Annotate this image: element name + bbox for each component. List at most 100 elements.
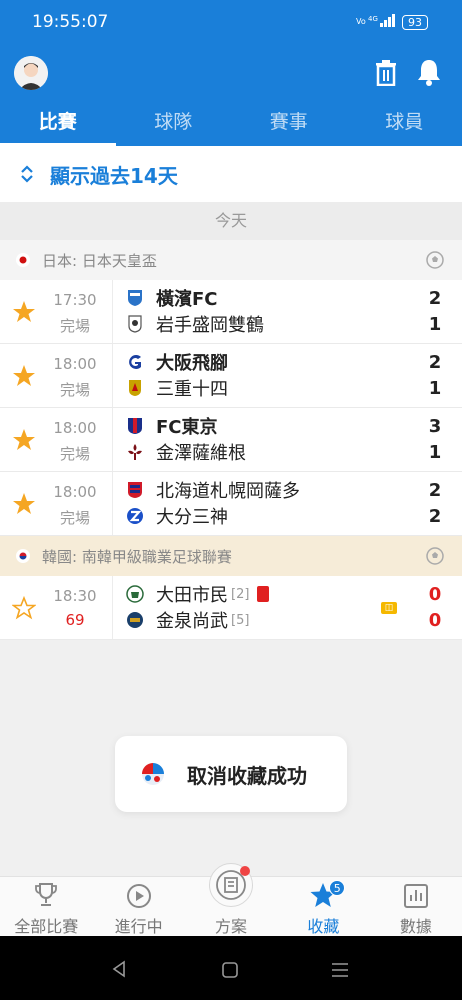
team-logo-icon	[126, 481, 144, 499]
home-score: 2	[428, 352, 442, 373]
red-card-icon	[257, 586, 270, 602]
away-team: 三重十四	[126, 376, 228, 400]
match-row[interactable]: 18:00 完場 北海道札幌岡薩多 大分三神 2 2	[0, 472, 462, 536]
trash-icon[interactable]	[374, 60, 398, 90]
nav-favorites[interactable]: 5 收藏	[277, 877, 369, 936]
nav-label: 進行中	[114, 917, 163, 936]
status-bar: 19:55:07 Vo 4G 93	[0, 0, 462, 44]
match-time: 18:00	[53, 355, 97, 373]
avatar[interactable]	[14, 56, 48, 90]
team-name: 橫濱FC	[156, 289, 218, 310]
notification-dot	[239, 866, 250, 876]
away-score: 1	[428, 442, 442, 463]
status-time: 19:55:07	[32, 12, 109, 32]
toast-message: 取消收藏成功	[115, 736, 347, 812]
match-status: 完場	[59, 509, 90, 527]
match-minute: 69	[65, 611, 85, 629]
recents-icon[interactable]	[331, 961, 349, 983]
signal-icon: Vo 4G	[356, 14, 396, 31]
tab-players[interactable]: 球員	[347, 100, 462, 146]
nav-label: 收藏	[307, 917, 340, 936]
main-tabs: 比賽 球隊 賽事 球員	[0, 100, 462, 146]
battery-indicator: 93	[402, 15, 428, 30]
tab-competitions[interactable]: 賽事	[231, 100, 347, 146]
day-header: 今天	[0, 202, 462, 240]
home-team: 北海道札幌岡薩多	[126, 478, 300, 502]
league-header-japan[interactable]: 日本: 日本天皇盃	[0, 240, 462, 280]
away-team: 岩手盛岡雙鶴	[126, 312, 264, 336]
app-logo-icon	[141, 762, 165, 786]
team-name: 金泉尚武	[156, 611, 228, 632]
team-logo-icon	[126, 507, 144, 525]
trophy-icon	[33, 881, 59, 913]
team-logo-icon	[126, 289, 144, 307]
match-time: 18:30	[53, 587, 97, 605]
team-logo-icon	[126, 585, 144, 603]
system-navigation-bar	[0, 936, 462, 1000]
tab-teams[interactable]: 球隊	[116, 100, 232, 146]
home-score: 3	[428, 416, 442, 437]
away-score: 0	[428, 610, 442, 631]
match-row[interactable]: 18:00 完場 FC東京 金澤薩維根 3 1	[0, 408, 462, 472]
star-filled-icon[interactable]	[12, 364, 36, 392]
team-logo-icon	[126, 611, 144, 629]
away-score: 1	[428, 314, 442, 335]
team-name: 金澤薩維根	[156, 443, 246, 464]
team-logo-icon	[126, 443, 144, 461]
home-score: 2	[428, 480, 442, 501]
team-name: 大田市民	[156, 585, 228, 606]
divider	[112, 576, 113, 639]
team-rank: [5]	[231, 612, 250, 628]
team-name: 北海道札幌岡薩多	[156, 481, 300, 502]
home-team: 大阪飛腳	[126, 350, 228, 374]
match-time: 18:00	[53, 419, 97, 437]
home-team: 大田市民 [2]	[126, 582, 270, 606]
match-status: 完場	[59, 445, 90, 463]
soccer-ball-icon	[426, 251, 444, 269]
korea-flag-icon	[16, 549, 30, 563]
team-logo-icon	[126, 379, 144, 397]
match-time: 18:00	[53, 483, 97, 501]
live-pitch-icon[interactable]: ◫	[381, 602, 397, 614]
nav-all-matches[interactable]: 全部比賽	[0, 877, 92, 936]
back-icon[interactable]	[110, 960, 128, 982]
divider	[112, 408, 113, 471]
away-team: 金澤薩維根	[126, 440, 246, 464]
date-range-filter[interactable]: 顯示過去14天	[0, 146, 462, 202]
tab-matches[interactable]: 比賽	[0, 100, 116, 146]
match-row[interactable]: 18:00 完場 大阪飛腳 三重十四 2 1	[0, 344, 462, 408]
league-name: 韓國: 南韓甲級職業足球聯賽	[42, 547, 232, 566]
match-row[interactable]: 17:30 完場 橫濱FC 岩手盛岡雙鶴 2 1	[0, 280, 462, 344]
home-score: 0	[428, 584, 442, 605]
bottom-navigation: 全部比賽 進行中 方案 5 收藏 數據	[0, 863, 462, 936]
nav-plans[interactable]: 方案	[185, 863, 277, 936]
divider	[112, 344, 113, 407]
match-row[interactable]: 18:30 69 大田市民 [2] 金泉尚武 [5] ◫ 0 0	[0, 576, 462, 640]
chart-icon	[403, 881, 429, 913]
star-outline-icon[interactable]	[11, 595, 37, 624]
play-icon	[125, 881, 153, 913]
team-name: 岩手盛岡雙鶴	[156, 315, 264, 336]
nav-data[interactable]: 數據	[370, 877, 462, 936]
divider	[112, 280, 113, 343]
nav-label: 數據	[399, 917, 432, 936]
nav-in-progress[interactable]: 進行中	[92, 877, 184, 936]
star-filled-icon[interactable]	[12, 300, 36, 328]
league-header-korea[interactable]: 韓國: 南韓甲級職業足球聯賽	[0, 536, 462, 576]
league-name: 日本: 日本天皇盃	[42, 251, 157, 270]
team-logo-icon	[126, 353, 144, 371]
bell-icon[interactable]	[416, 58, 442, 90]
match-status: 完場	[59, 317, 90, 335]
star-filled-icon[interactable]	[12, 492, 36, 520]
star-filled-icon[interactable]	[12, 428, 36, 456]
team-name: 大分三神	[156, 507, 228, 528]
away-score: 2	[428, 506, 442, 527]
match-time: 17:30	[53, 291, 97, 309]
divider	[112, 472, 113, 535]
team-name: FC東京	[156, 417, 218, 438]
home-icon[interactable]	[221, 961, 239, 983]
nav-label: 全部比賽	[14, 917, 79, 936]
filter-label: 顯示過去14天	[50, 163, 178, 188]
system-indicators: Vo 4G 93	[356, 14, 428, 31]
match-status: 完場	[59, 381, 90, 399]
